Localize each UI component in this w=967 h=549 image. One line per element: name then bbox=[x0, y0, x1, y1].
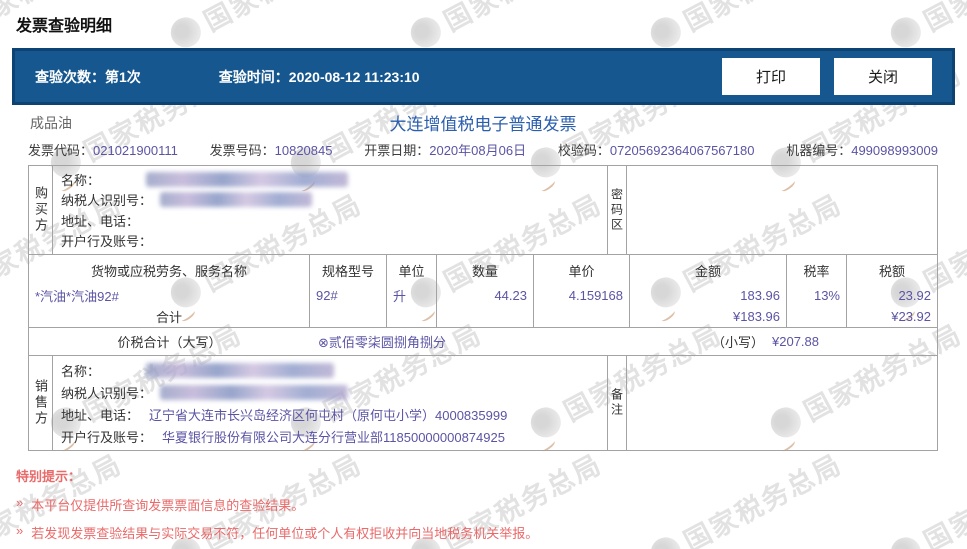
print-button[interactable]: 打印 bbox=[722, 58, 820, 95]
verification-topbar: 查验次数：第1次 查验时间：2020-08-12 11:23:10 打印 关闭 bbox=[12, 48, 955, 105]
total-amount: ¥183.96 bbox=[630, 306, 787, 327]
taxtotal-small: （小写） ¥207.88 bbox=[712, 328, 819, 355]
buyer-address-label: 地址、电话： bbox=[61, 211, 139, 230]
total-taxrate-empty bbox=[787, 306, 847, 327]
item-unit: 升 bbox=[387, 285, 437, 306]
check-time: 查验时间：2020-08-12 11:23:10 bbox=[219, 67, 420, 87]
buyer-address-row: 地址、电话： bbox=[61, 210, 607, 231]
buyer-taxid-label: 纳税人识别号： bbox=[61, 190, 152, 209]
total-spec-empty bbox=[310, 306, 387, 327]
notice-item-text: 本平台仅提供所查询发票票面信息的查验结果。 bbox=[31, 495, 304, 514]
seller-bank-row: 开户行及账号： 华夏银行股份有限公司大连分行营业部118500000008749… bbox=[61, 426, 607, 447]
page-title: 发票查验明细 bbox=[16, 12, 112, 36]
item-name: *汽油*汽油92# bbox=[29, 285, 310, 306]
buyer-name-label: 名称： bbox=[61, 170, 100, 189]
seller-name-row: 名称： bbox=[61, 360, 607, 381]
seller-taxid-label: 纳税人识别号： bbox=[61, 383, 152, 402]
seller-taxid-redacted bbox=[160, 385, 348, 400]
tax-emblem-icon bbox=[885, 12, 926, 53]
buyer-taxid-row: 纳税人识别号： bbox=[61, 190, 607, 211]
taxtotal-label: 价税合计（大写） bbox=[29, 332, 310, 351]
bullet-icon: » bbox=[16, 495, 23, 514]
seller-address-value: 辽宁省大连市长兴岛经济区何屯村（原何屯小学）4000835999 bbox=[149, 405, 507, 424]
tax-emblem-icon bbox=[645, 12, 686, 53]
total-unit-empty bbox=[387, 306, 437, 327]
item-price: 4.159168 bbox=[534, 285, 630, 306]
invoice-title: 大连增值税电子普通发票 bbox=[28, 110, 938, 135]
goods-item-row: *汽油*汽油92# 92# 升 44.23 4.159168 183.96 13… bbox=[29, 285, 937, 306]
seller-section: 销售方 名称： 纳税人识别号： 地址、电话： 辽宁省大连市长兴岛经济区何屯村（原… bbox=[28, 356, 938, 451]
total-label: 合计 bbox=[29, 306, 310, 327]
invoice-body: 购买方 名称： 纳税人识别号： 地址、电话： 开户行及账号： bbox=[28, 165, 938, 451]
goods-total-row: 合计 ¥183.96 ¥23.92 bbox=[29, 306, 937, 327]
col-unit: 单位 bbox=[387, 255, 437, 285]
seller-fields: 名称： 纳税人识别号： 地址、电话： 辽宁省大连市长兴岛经济区何屯村（原何屯小学… bbox=[53, 356, 607, 450]
col-qty: 数量 bbox=[437, 255, 534, 285]
check-count-label: 查验次数： bbox=[35, 69, 105, 85]
total-price-empty bbox=[534, 306, 630, 327]
remarks-label: 备注 bbox=[607, 356, 627, 450]
remarks-area bbox=[627, 356, 937, 450]
buyer-bank-label: 开户行及账号： bbox=[61, 231, 152, 250]
invoice-head: 成品油 大连增值税电子普通发票 bbox=[28, 110, 938, 136]
item-taxrate: 13% bbox=[787, 285, 847, 306]
check-count: 查验次数：第1次 bbox=[35, 67, 141, 87]
total-qty-empty bbox=[437, 306, 534, 327]
buyer-taxid-redacted bbox=[160, 192, 312, 207]
notice-item-text: 若发现发票查验结果与实际交易不符，任何单位或个人有权拒收并向当地税务机关举报。 bbox=[31, 523, 538, 542]
buyer-bank-row: 开户行及账号： bbox=[61, 231, 607, 252]
buyer-name-row: 名称： bbox=[61, 169, 607, 190]
seller-side-label: 销售方 bbox=[29, 356, 53, 450]
seller-address-row: 地址、电话： 辽宁省大连市长兴岛经济区何屯村（原何屯小学）4000835999 bbox=[61, 404, 607, 425]
check-time-value: 2020-08-12 11:23:10 bbox=[289, 69, 420, 85]
seller-name-label: 名称： bbox=[61, 361, 100, 380]
close-button[interactable]: 关闭 bbox=[834, 58, 932, 95]
seller-name-redacted bbox=[146, 363, 334, 378]
col-spec: 规格型号 bbox=[310, 255, 387, 285]
invoice-number: 发票号码：10820845 bbox=[210, 140, 333, 159]
goods-table: 货物或应税劳务、服务名称 规格型号 单位 数量 单价 金额 税率 税额 *汽油*… bbox=[28, 255, 938, 328]
total-tax: ¥23.92 bbox=[847, 306, 937, 327]
special-notice: 特别提示： » 本平台仅提供所查询发票票面信息的查验结果。 » 若发现发票查验结… bbox=[16, 466, 946, 549]
taxtotal-small-label: （小写） bbox=[712, 332, 764, 351]
machine-number: 机器编号：499098993009 bbox=[786, 140, 938, 159]
col-tax: 税额 bbox=[847, 255, 937, 285]
col-amount: 金额 bbox=[630, 255, 787, 285]
password-area bbox=[627, 166, 937, 254]
topbar-buttons: 打印 关闭 bbox=[722, 58, 932, 95]
check-time-label: 查验时间： bbox=[219, 69, 289, 85]
notice-item: » 本平台仅提供所查询发票票面信息的查验结果。 bbox=[16, 495, 946, 514]
buyer-fields: 名称： 纳税人识别号： 地址、电话： 开户行及账号： bbox=[53, 166, 607, 254]
col-price: 单价 bbox=[534, 255, 630, 285]
seller-taxid-row: 纳税人识别号： bbox=[61, 382, 607, 403]
item-amount: 183.96 bbox=[630, 285, 787, 306]
bullet-icon: » bbox=[16, 523, 23, 542]
password-area-label: 密码区 bbox=[607, 166, 627, 254]
invoice-verification-page: 国家税务总局国家税务总局国家税务总局国家税务总局国家税务总局国家税务总局国家税务… bbox=[0, 0, 967, 549]
invoice-date: 开票日期：2020年08月06日 bbox=[364, 140, 526, 159]
item-qty: 44.23 bbox=[437, 285, 534, 306]
seller-address-label: 地址、电话： bbox=[61, 405, 139, 424]
item-spec: 92# bbox=[310, 285, 387, 306]
buyer-side-label: 购买方 bbox=[29, 166, 53, 254]
seller-bank-value: 华夏银行股份有限公司大连分行营业部11850000000874925 bbox=[162, 427, 505, 446]
col-taxrate: 税率 bbox=[787, 255, 847, 285]
notice-title: 特别提示： bbox=[16, 466, 946, 485]
invoice-code: 发票代码：021021900111 bbox=[28, 140, 178, 159]
buyer-name-redacted bbox=[146, 172, 348, 187]
taxtotal-small-value: ¥207.88 bbox=[772, 334, 819, 349]
check-code: 校验码：07205692364067567180 bbox=[558, 140, 755, 159]
invoice-meta-row: 发票代码：021021900111 发票号码：10820845 开票日期：202… bbox=[28, 140, 938, 159]
goods-header-row: 货物或应税劳务、服务名称 规格型号 单位 数量 单价 金额 税率 税额 bbox=[29, 255, 937, 285]
tax-emblem-icon bbox=[165, 12, 206, 53]
item-tax: 23.92 bbox=[847, 285, 937, 306]
col-goods-name: 货物或应税劳务、服务名称 bbox=[29, 255, 310, 285]
check-count-value: 第1次 bbox=[105, 69, 141, 85]
taxtotal-capital: ⊗贰佰零柒圆捌角捌分 bbox=[318, 332, 446, 351]
buyer-section: 购买方 名称： 纳税人识别号： 地址、电话： 开户行及账号： bbox=[28, 165, 938, 255]
taxtotal-row: 价税合计（大写） ⊗贰佰零柒圆捌角捌分 （小写） ¥207.88 bbox=[28, 328, 938, 356]
tax-emblem-icon bbox=[405, 12, 446, 53]
seller-bank-label: 开户行及账号： bbox=[61, 427, 152, 446]
notice-item: » 若发现发票查验结果与实际交易不符，任何单位或个人有权拒收并向当地税务机关举报… bbox=[16, 523, 946, 542]
